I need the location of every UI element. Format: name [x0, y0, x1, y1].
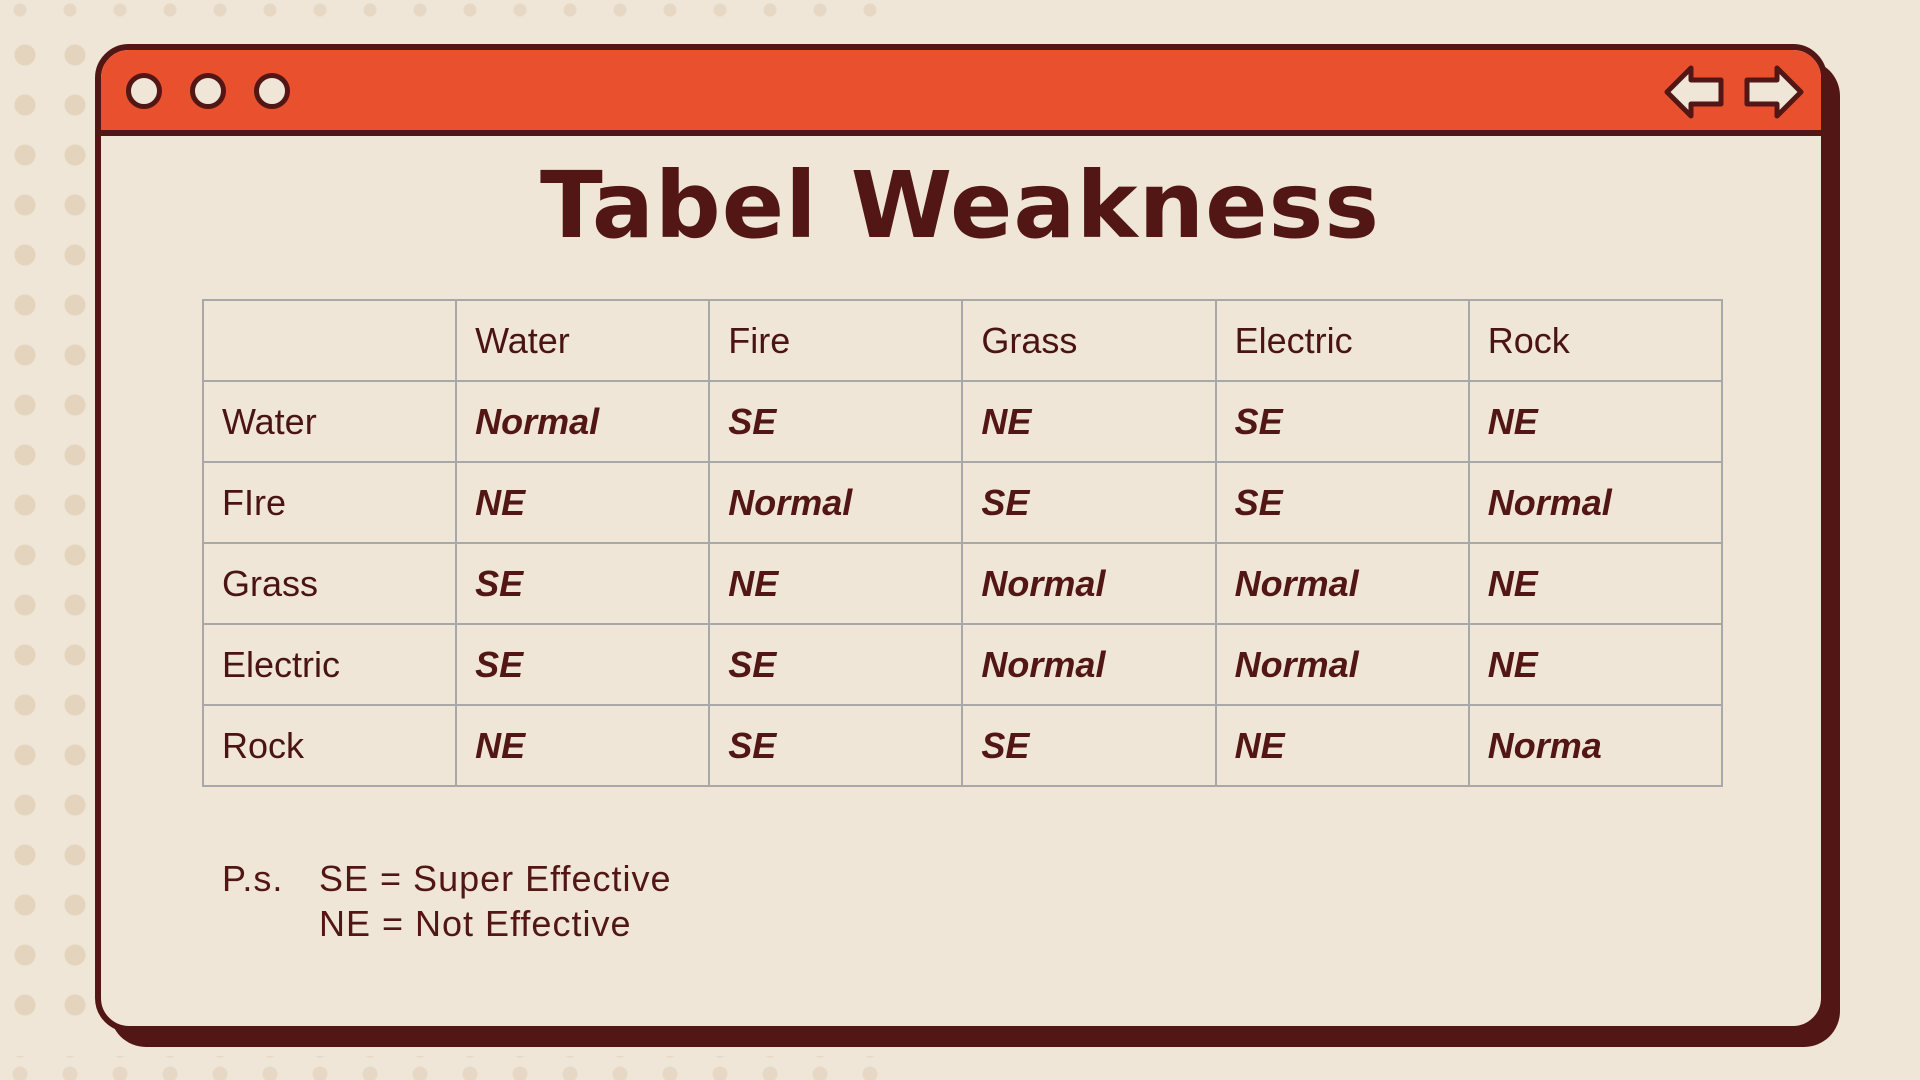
table-cell: SE [961, 461, 1217, 544]
table-cell: NE [1467, 623, 1724, 706]
table-cell: SE [1214, 380, 1470, 463]
table-row: Rock NE SE SE NE Norma [201, 704, 1724, 787]
table-row: Grass SE NE Normal Normal NE [201, 542, 1724, 625]
legend-ne-definition: NE = Not Effective [319, 903, 632, 944]
table-cell: SE [455, 623, 711, 706]
decorative-dots-top [0, 0, 900, 24]
legend-line-1: P.s. SE = Super Effective [222, 856, 672, 901]
table-cell: Normal [455, 380, 711, 463]
table-cell: Norma [1467, 704, 1724, 787]
legend-note: P.s. SE = Super Effective NE = Not Effect… [222, 856, 672, 946]
window-control-circle-icon-2[interactable] [190, 73, 226, 109]
arrow-right-icon[interactable] [1741, 60, 1805, 124]
legend-line-2: NE = Not Effective [222, 901, 672, 946]
weakness-table: Water Fire Grass Electric Rock Water Nor… [201, 299, 1724, 787]
page-title: Tabel Weakness [539, 152, 1381, 259]
table-cell: Normal [708, 461, 964, 544]
table-row-label: Electric [201, 623, 458, 706]
table-row: Water Normal SE NE SE NE [201, 380, 1724, 463]
table-cell: SE [708, 380, 964, 463]
table-header-row: Water Fire Grass Electric Rock [201, 299, 1724, 382]
table-cell: Normal [1467, 461, 1724, 544]
table-cell: SE [708, 704, 964, 787]
table-header-cell: Fire [708, 299, 964, 382]
table-header-cell: Electric [1214, 299, 1470, 382]
table-cell: Normal [961, 542, 1217, 625]
table-cell: NE [455, 704, 711, 787]
legend-se-definition: SE = Super Effective [319, 858, 672, 899]
table-row: Electric SE SE Normal Normal NE [201, 623, 1724, 706]
table-header-cell: Rock [1467, 299, 1724, 382]
table-row-label: Rock [201, 704, 458, 787]
table-header-cell: Grass [961, 299, 1217, 382]
table-cell: Normal [961, 623, 1217, 706]
table-cell: NE [1214, 704, 1470, 787]
table-header-cell [201, 299, 458, 382]
table-cell: Normal [1214, 623, 1470, 706]
table-row-label: FIre [201, 461, 458, 544]
table-cell: NE [1467, 380, 1724, 463]
table-header-cell: Water [455, 299, 711, 382]
table-cell: SE [455, 542, 711, 625]
table-row-label: Water [201, 380, 458, 463]
table-cell: SE [708, 623, 964, 706]
arrow-left-icon[interactable] [1663, 60, 1727, 124]
table-cell: NE [708, 542, 964, 625]
table-cell: NE [961, 380, 1217, 463]
decorative-dots-bottom [0, 1056, 900, 1080]
table-cell: Normal [1214, 542, 1470, 625]
window-control-circle-icon-1[interactable] [126, 73, 162, 109]
table-cell: SE [1214, 461, 1470, 544]
table-cell: NE [1467, 542, 1724, 625]
legend-label: P.s. [222, 858, 284, 899]
table-cell: SE [961, 704, 1217, 787]
window-titlebar [101, 50, 1821, 136]
table-row-label: Grass [201, 542, 458, 625]
window-control-circle-icon-3[interactable] [254, 73, 290, 109]
table-row: FIre NE Normal SE SE Normal [201, 461, 1724, 544]
table-cell: NE [455, 461, 711, 544]
